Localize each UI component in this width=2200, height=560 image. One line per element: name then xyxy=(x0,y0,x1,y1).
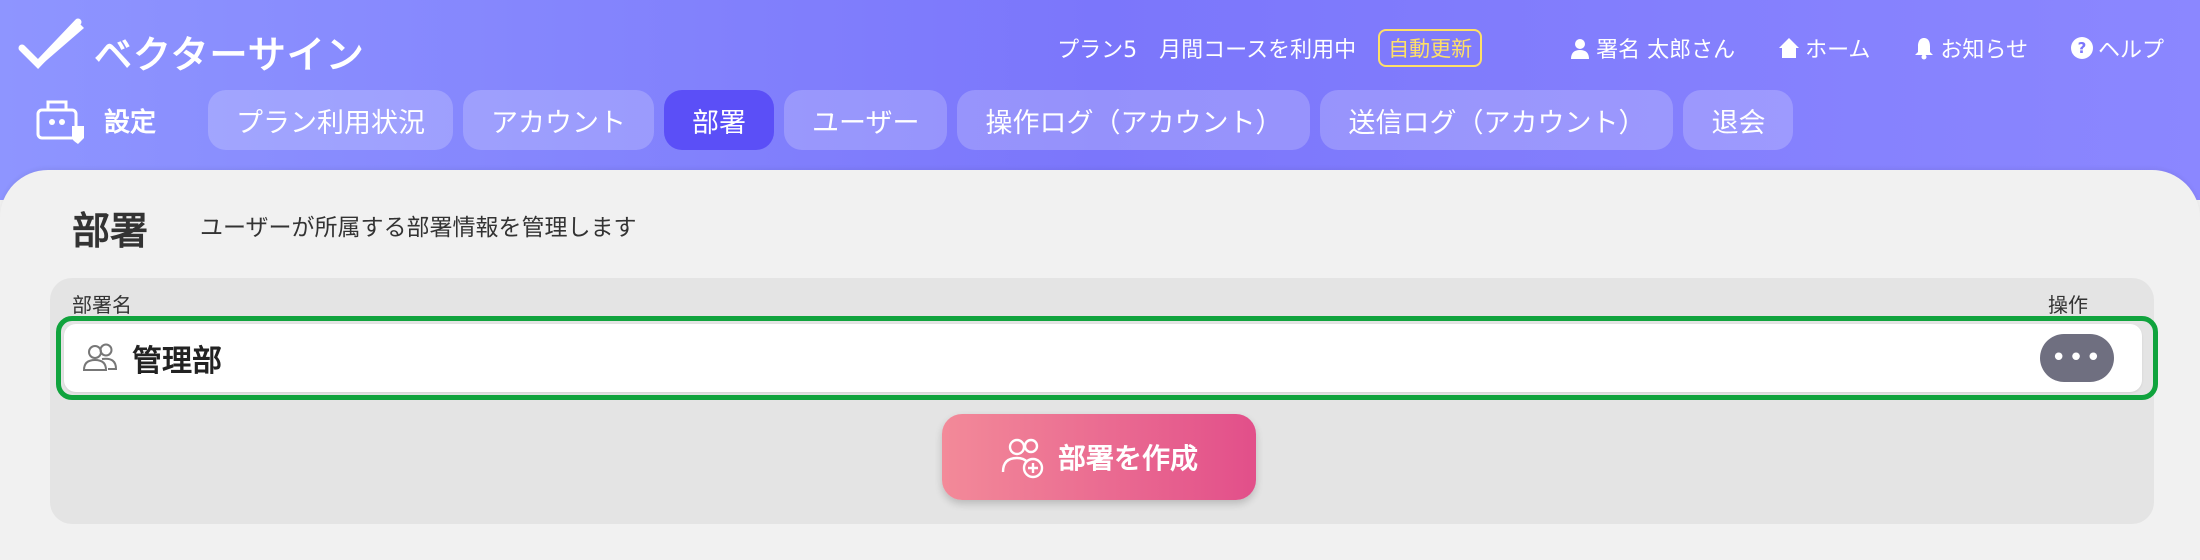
auto-renew-badge: 自動更新 xyxy=(1378,29,1483,67)
add-group-icon xyxy=(1001,438,1044,479)
user-icon xyxy=(1571,39,1590,59)
column-header-name: 部署名 xyxy=(72,293,132,317)
tab-plan-usage[interactable]: プラン利用状況 xyxy=(208,90,453,150)
tab-operation-log[interactable]: 操作ログ（アカウント） xyxy=(957,90,1311,150)
help-link[interactable]: ? ヘルプ xyxy=(2070,32,2164,64)
home-icon xyxy=(1779,38,1800,58)
group-icon xyxy=(82,343,118,371)
notice-label: お知らせ xyxy=(1940,38,2028,63)
checkmark-logo-icon xyxy=(18,18,84,70)
user-name: 署名 太郎さん xyxy=(1596,38,1736,63)
home-link[interactable]: ホーム xyxy=(1777,32,1870,64)
tab-account[interactable]: アカウント xyxy=(463,90,654,150)
app-logo-text: ベクターサイン xyxy=(94,32,365,77)
tab-withdraw[interactable]: 退会 xyxy=(1683,90,1794,150)
more-actions-button[interactable]: ••• xyxy=(2040,334,2114,382)
tab-send-log[interactable]: 送信ログ（アカウント） xyxy=(1320,90,1674,150)
department-name: 管理部 xyxy=(132,344,222,379)
settings-label: 設定 xyxy=(104,107,157,138)
page-title: 部署 xyxy=(72,209,149,253)
table-row[interactable]: 管理部 ••• xyxy=(64,324,2142,392)
app-logo[interactable]: ベクターサイン xyxy=(18,18,365,77)
toolbox-settings-icon xyxy=(36,100,84,144)
page-description: ユーザーが所属する部署情報を管理します xyxy=(200,215,637,241)
svg-text:?: ? xyxy=(2078,39,2087,57)
help-label: ヘルプ xyxy=(2097,38,2164,63)
top-nav: プラン5 月間コースを利用中 自動更新 署名 太郎さん ホーム お知らせ ? ヘ… xyxy=(1057,28,2164,68)
user-menu[interactable]: 署名 太郎さん xyxy=(1568,32,1735,64)
create-department-button[interactable]: 部署を作成 xyxy=(942,414,1256,500)
tab-department[interactable]: 部署 xyxy=(664,90,774,150)
bell-icon xyxy=(1915,38,1934,60)
create-button-label: 部署を作成 xyxy=(1057,442,1198,475)
settings-tabs: プラン利用状況 アカウント 部署 ユーザー 操作ログ（アカウント） 送信ログ（ア… xyxy=(208,90,1803,150)
column-header-operation: 操作 xyxy=(2048,293,2088,317)
settings-heading: 設定 xyxy=(32,94,156,146)
plan-status: プラン5 月間コースを利用中 xyxy=(1057,38,1357,63)
help-icon: ? xyxy=(2070,37,2093,59)
home-label: ホーム xyxy=(1805,38,1871,63)
tab-users[interactable]: ユーザー xyxy=(784,90,948,150)
notice-link[interactable]: お知らせ xyxy=(1912,32,2028,64)
